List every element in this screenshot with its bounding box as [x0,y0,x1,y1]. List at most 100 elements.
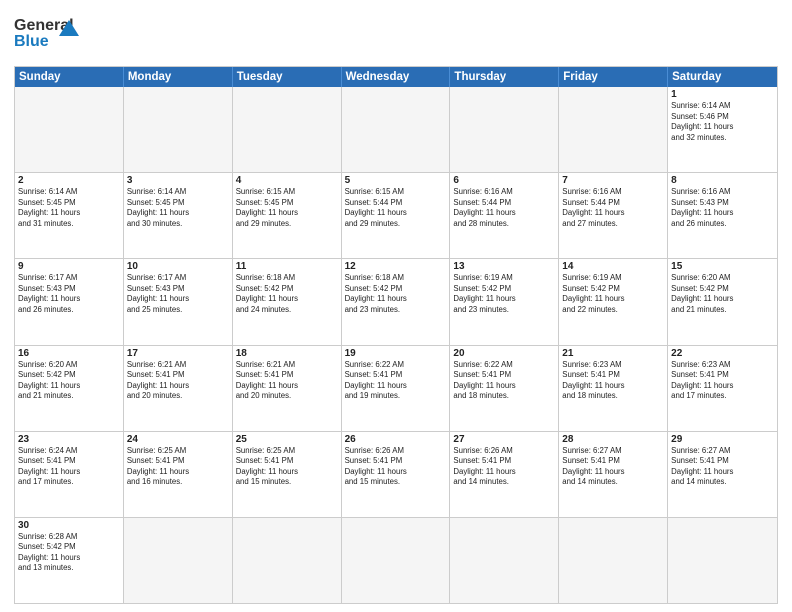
cell-date: 13 [453,261,555,272]
cell-date: 10 [127,261,229,272]
cell-date: 4 [236,175,338,186]
calendar-cell [668,518,777,603]
cell-info: Sunrise: 6:27 AM Sunset: 5:41 PM Dayligh… [671,446,774,488]
cell-info: Sunrise: 6:22 AM Sunset: 5:41 PM Dayligh… [453,360,555,402]
calendar-cell: 7Sunrise: 6:16 AM Sunset: 5:44 PM Daylig… [559,173,668,258]
cell-info: Sunrise: 6:22 AM Sunset: 5:41 PM Dayligh… [345,360,447,402]
day-header-thursday: Thursday [450,67,559,87]
cell-date: 18 [236,348,338,359]
cell-info: Sunrise: 6:20 AM Sunset: 5:42 PM Dayligh… [18,360,120,402]
cell-info: Sunrise: 6:18 AM Sunset: 5:42 PM Dayligh… [345,273,447,315]
cell-info: Sunrise: 6:14 AM Sunset: 5:46 PM Dayligh… [671,101,774,143]
cell-date: 22 [671,348,774,359]
calendar-cell: 19Sunrise: 6:22 AM Sunset: 5:41 PM Dayli… [342,346,451,431]
cell-info: Sunrise: 6:16 AM Sunset: 5:44 PM Dayligh… [453,187,555,229]
cell-info: Sunrise: 6:19 AM Sunset: 5:42 PM Dayligh… [453,273,555,315]
cell-date: 6 [453,175,555,186]
cell-date: 25 [236,434,338,445]
calendar-week-2: 2Sunrise: 6:14 AM Sunset: 5:45 PM Daylig… [15,172,777,258]
cell-info: Sunrise: 6:27 AM Sunset: 5:41 PM Dayligh… [562,446,664,488]
cell-info: Sunrise: 6:19 AM Sunset: 5:42 PM Dayligh… [562,273,664,315]
calendar-cell [559,518,668,603]
cell-info: Sunrise: 6:20 AM Sunset: 5:42 PM Dayligh… [671,273,774,315]
calendar-week-1: 1Sunrise: 6:14 AM Sunset: 5:46 PM Daylig… [15,87,777,172]
cell-date: 12 [345,261,447,272]
cell-date: 24 [127,434,229,445]
cell-date: 11 [236,261,338,272]
cell-info: Sunrise: 6:26 AM Sunset: 5:41 PM Dayligh… [453,446,555,488]
cell-info: Sunrise: 6:23 AM Sunset: 5:41 PM Dayligh… [562,360,664,402]
calendar-cell: 8Sunrise: 6:16 AM Sunset: 5:43 PM Daylig… [668,173,777,258]
calendar-week-4: 16Sunrise: 6:20 AM Sunset: 5:42 PM Dayli… [15,345,777,431]
calendar-cell [450,518,559,603]
cell-date: 9 [18,261,120,272]
cell-date: 19 [345,348,447,359]
cell-info: Sunrise: 6:14 AM Sunset: 5:45 PM Dayligh… [127,187,229,229]
cell-date: 20 [453,348,555,359]
cell-info: Sunrise: 6:14 AM Sunset: 5:45 PM Dayligh… [18,187,120,229]
calendar-cell: 15Sunrise: 6:20 AM Sunset: 5:42 PM Dayli… [668,259,777,344]
page: General Blue SundayMondayTuesdayWednesda… [0,0,792,612]
svg-text:Blue: Blue [14,33,49,50]
cell-date: 30 [18,520,120,531]
calendar-cell [233,87,342,172]
cell-info: Sunrise: 6:21 AM Sunset: 5:41 PM Dayligh… [127,360,229,402]
calendar-cell [124,87,233,172]
cell-date: 16 [18,348,120,359]
calendar-cell: 5Sunrise: 6:15 AM Sunset: 5:44 PM Daylig… [342,173,451,258]
calendar-cell: 6Sunrise: 6:16 AM Sunset: 5:44 PM Daylig… [450,173,559,258]
cell-info: Sunrise: 6:26 AM Sunset: 5:41 PM Dayligh… [345,446,447,488]
cell-date: 1 [671,89,774,100]
calendar-week-3: 9Sunrise: 6:17 AM Sunset: 5:43 PM Daylig… [15,258,777,344]
calendar-cell: 30Sunrise: 6:28 AM Sunset: 5:42 PM Dayli… [15,518,124,603]
calendar-header: SundayMondayTuesdayWednesdayThursdayFrid… [15,67,777,87]
calendar-cell [124,518,233,603]
calendar-cell: 22Sunrise: 6:23 AM Sunset: 5:41 PM Dayli… [668,346,777,431]
cell-date: 21 [562,348,664,359]
calendar-cell: 14Sunrise: 6:19 AM Sunset: 5:42 PM Dayli… [559,259,668,344]
cell-date: 23 [18,434,120,445]
calendar-cell: 23Sunrise: 6:24 AM Sunset: 5:41 PM Dayli… [15,432,124,517]
calendar-cell: 16Sunrise: 6:20 AM Sunset: 5:42 PM Dayli… [15,346,124,431]
calendar-cell [450,87,559,172]
calendar-cell: 9Sunrise: 6:17 AM Sunset: 5:43 PM Daylig… [15,259,124,344]
cell-date: 3 [127,175,229,186]
calendar-cell: 26Sunrise: 6:26 AM Sunset: 5:41 PM Dayli… [342,432,451,517]
cell-info: Sunrise: 6:16 AM Sunset: 5:43 PM Dayligh… [671,187,774,229]
calendar-cell [342,518,451,603]
day-header-saturday: Saturday [668,67,777,87]
cell-date: 29 [671,434,774,445]
calendar-cell: 27Sunrise: 6:26 AM Sunset: 5:41 PM Dayli… [450,432,559,517]
cell-info: Sunrise: 6:24 AM Sunset: 5:41 PM Dayligh… [18,446,120,488]
cell-info: Sunrise: 6:28 AM Sunset: 5:42 PM Dayligh… [18,532,120,574]
calendar-week-5: 23Sunrise: 6:24 AM Sunset: 5:41 PM Dayli… [15,431,777,517]
calendar-cell: 20Sunrise: 6:22 AM Sunset: 5:41 PM Dayli… [450,346,559,431]
calendar-cell [233,518,342,603]
calendar-cell: 25Sunrise: 6:25 AM Sunset: 5:41 PM Dayli… [233,432,342,517]
logo: General Blue [14,10,94,62]
cell-info: Sunrise: 6:23 AM Sunset: 5:41 PM Dayligh… [671,360,774,402]
cell-info: Sunrise: 6:21 AM Sunset: 5:41 PM Dayligh… [236,360,338,402]
cell-date: 7 [562,175,664,186]
calendar-week-6: 30Sunrise: 6:28 AM Sunset: 5:42 PM Dayli… [15,517,777,603]
logo-svg: General Blue [14,10,94,62]
calendar-cell: 18Sunrise: 6:21 AM Sunset: 5:41 PM Dayli… [233,346,342,431]
day-header-wednesday: Wednesday [342,67,451,87]
calendar: SundayMondayTuesdayWednesdayThursdayFrid… [14,66,778,604]
cell-info: Sunrise: 6:17 AM Sunset: 5:43 PM Dayligh… [127,273,229,315]
cell-date: 14 [562,261,664,272]
calendar-cell [15,87,124,172]
calendar-cell: 3Sunrise: 6:14 AM Sunset: 5:45 PM Daylig… [124,173,233,258]
cell-info: Sunrise: 6:25 AM Sunset: 5:41 PM Dayligh… [236,446,338,488]
calendar-cell: 2Sunrise: 6:14 AM Sunset: 5:45 PM Daylig… [15,173,124,258]
cell-info: Sunrise: 6:15 AM Sunset: 5:45 PM Dayligh… [236,187,338,229]
cell-info: Sunrise: 6:17 AM Sunset: 5:43 PM Dayligh… [18,273,120,315]
cell-date: 26 [345,434,447,445]
cell-date: 8 [671,175,774,186]
calendar-cell: 10Sunrise: 6:17 AM Sunset: 5:43 PM Dayli… [124,259,233,344]
day-header-sunday: Sunday [15,67,124,87]
cell-date: 28 [562,434,664,445]
calendar-cell: 11Sunrise: 6:18 AM Sunset: 5:42 PM Dayli… [233,259,342,344]
cell-date: 5 [345,175,447,186]
calendar-cell: 24Sunrise: 6:25 AM Sunset: 5:41 PM Dayli… [124,432,233,517]
